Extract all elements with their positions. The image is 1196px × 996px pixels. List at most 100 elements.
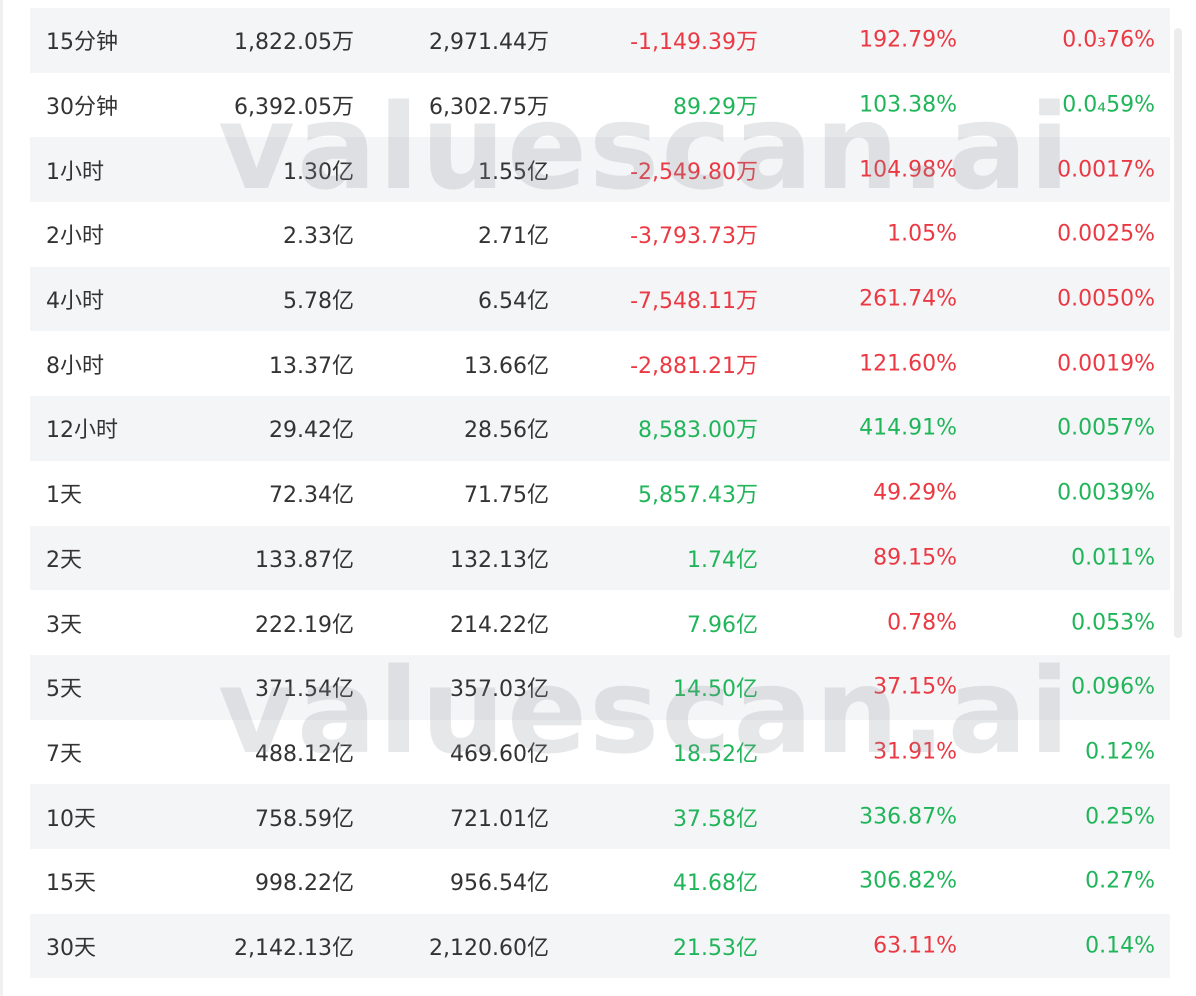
value-cell: 1,822.05万 [234,30,354,56]
value-cell: 721.01亿 [450,806,549,832]
value-cell: 758.59亿 [255,806,354,832]
percent-cell: 0.0025% [1057,221,1155,247]
scrollbar[interactable] [1174,28,1182,638]
percent-cell: 0.25% [1085,804,1155,830]
table-row: 2小时 2.33亿 2.71亿 -3,793.73万 1.05% 0.0025% [30,202,1170,267]
percent-cell: 0.0050% [1057,286,1155,312]
net-flow-cell: 41.68亿 [673,871,758,897]
page: 15分钟 1,822.05万 2,971.44万 -1,149.39万 192.79% 0… [0,0,1196,996]
table-row: 5天 371.54亿 357.03亿 14.50亿 37.15% 0.096% [30,654,1170,720]
period-cell: 5天 [46,677,82,703]
net-flow-cell: -7,548.11万 [630,289,758,315]
period-cell: 2天 [46,547,82,573]
net-flow-cell: 37.58亿 [673,806,758,832]
table-row: 4小时 5.78亿 6.54亿 -7,548.11万 261.74% 0.0050% [30,266,1170,332]
ratio-cell: 336.87% [859,804,957,830]
value-cell: 6,392.05万 [234,95,354,121]
value-cell: 72.34亿 [269,483,354,509]
percent-cell: 0.0057% [1057,415,1155,441]
left-edge [0,0,3,996]
table-row: 2天 133.87亿 132.13亿 1.74亿 89.15% 0.011% [30,525,1170,591]
percent-cell: 0.011% [1071,545,1155,571]
percent-cell: 0.27% [1085,868,1155,894]
net-flow-cell: -3,793.73万 [630,224,758,250]
table-row: 15分钟 1,822.05万 2,971.44万 -1,149.39万 192.79% 0… [30,8,1170,73]
value-cell: 2,142.13亿 [234,935,354,961]
percent-cell: 0.12% [1085,739,1155,765]
net-flow-cell: 5,857.43万 [638,483,758,509]
ratio-cell: 261.74% [859,286,957,312]
ratio-cell: 192.79% [859,27,957,53]
net-flow-cell: 7.96亿 [687,612,758,638]
net-flow-cell: 8,583.00万 [638,418,758,444]
period-cell: 2小时 [46,224,104,250]
value-cell: 222.19亿 [255,612,354,638]
table-row: 7天 488.12亿 469.60亿 18.52亿 31.91% 0.12% [30,720,1170,785]
period-cell: 10天 [46,806,96,832]
ratio-cell: 414.91% [859,415,957,441]
table-row: 15天 998.22亿 956.54亿 41.68亿 306.82% 0.27% [30,849,1170,914]
table-row: 30分钟 6,392.05万 6,302.75万 89.29万 103.38% 0.0₄5… [30,73,1170,138]
value-cell: 2,971.44万 [429,30,549,56]
value-cell: 2,120.60亿 [429,935,549,961]
net-flow-cell: 1.74亿 [687,547,758,573]
percent-cell: 0.0039% [1057,480,1155,506]
period-cell: 1小时 [46,159,104,185]
ratio-cell: 121.60% [859,351,957,377]
value-cell: 71.75亿 [464,483,549,509]
value-cell: 133.87亿 [255,547,354,573]
period-cell: 7天 [46,741,82,767]
table-row: 12小时 29.42亿 28.56亿 8,583.00万 414.91% 0.0057% [30,396,1170,461]
table-row: 30天 2,142.13亿 2,120.60亿 21.53亿 63.11% 0.14% [30,913,1170,979]
period-cell: 30分钟 [46,95,118,121]
period-cell: 15分钟 [46,30,118,56]
value-cell: 357.03亿 [450,677,549,703]
period-cell: 12小时 [46,418,118,444]
value-cell: 13.37亿 [269,353,354,379]
percent-cell: 0.053% [1071,610,1155,636]
net-flow-cell: 89.29万 [673,95,758,121]
table-row: 1天 72.34亿 71.75亿 5,857.43万 49.29% 0.0039% [30,461,1170,526]
flow-table: 15分钟 1,822.05万 2,971.44万 -1,149.39万 192.79% 0… [30,8,1170,979]
net-flow-cell: -1,149.39万 [630,30,758,56]
value-cell: 5.78亿 [283,289,354,315]
value-cell: 1.30亿 [283,159,354,185]
percent-cell: 0.0₄59% [1062,92,1155,118]
period-cell: 3天 [46,612,82,638]
ratio-cell: 0.78% [887,610,957,636]
period-cell: 4小时 [46,289,104,315]
ratio-cell: 37.15% [873,674,957,700]
value-cell: 214.22亿 [450,612,549,638]
ratio-cell: 31.91% [873,739,957,765]
table-row: 8小时 13.37亿 13.66亿 -2,881.21万 121.60% 0.0019% [30,331,1170,396]
ratio-cell: 63.11% [873,933,957,959]
period-cell: 8小时 [46,353,104,379]
value-cell: 371.54亿 [255,677,354,703]
percent-cell: 0.0₃76% [1062,27,1155,53]
percent-cell: 0.0017% [1057,157,1155,183]
net-flow-cell: 14.50亿 [673,677,758,703]
table-row: 3天 222.19亿 214.22亿 7.96亿 0.78% 0.053% [30,590,1170,655]
value-cell: 998.22亿 [255,871,354,897]
net-flow-cell: -2,549.80万 [630,159,758,185]
value-cell: 132.13亿 [450,547,549,573]
ratio-cell: 104.98% [859,157,957,183]
value-cell: 488.12亿 [255,741,354,767]
value-cell: 29.42亿 [269,418,354,444]
percent-cell: 0.0019% [1057,351,1155,377]
value-cell: 2.33亿 [283,224,354,250]
value-cell: 13.66亿 [464,353,549,379]
period-cell: 30天 [46,935,96,961]
ratio-cell: 103.38% [859,92,957,118]
period-cell: 15天 [46,871,96,897]
value-cell: 1.55亿 [478,159,549,185]
percent-cell: 0.14% [1085,933,1155,959]
net-flow-cell: 18.52亿 [673,741,758,767]
ratio-cell: 49.29% [873,480,957,506]
table-row: 10天 758.59亿 721.01亿 37.58亿 336.87% 0.25% [30,784,1170,849]
period-cell: 1天 [46,483,82,509]
value-cell: 956.54亿 [450,871,549,897]
table-row: 1小时 1.30亿 1.55亿 -2,549.80万 104.98% 0.0017% [30,137,1170,203]
ratio-cell: 89.15% [873,545,957,571]
value-cell: 469.60亿 [450,741,549,767]
